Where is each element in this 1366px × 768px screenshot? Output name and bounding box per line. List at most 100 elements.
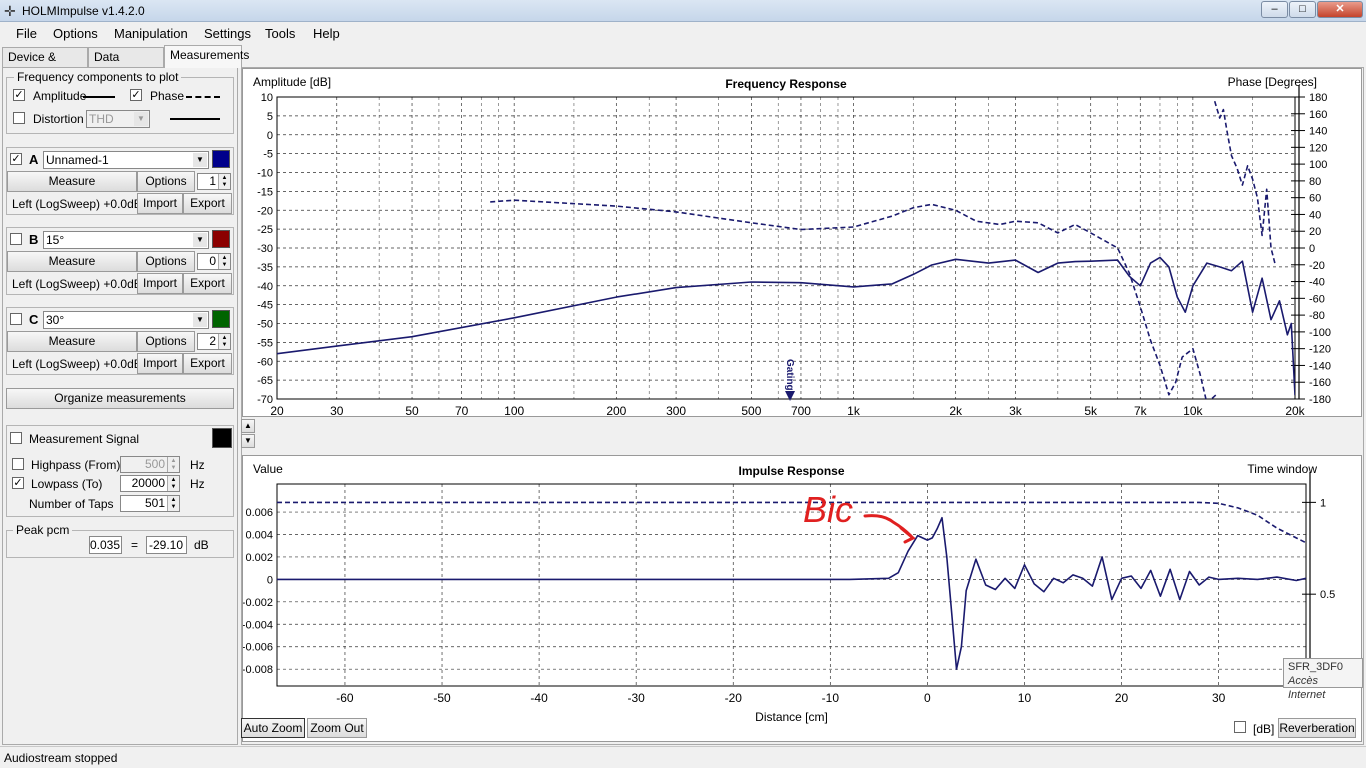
spin-arrows-icon[interactable]: ▲ ▼: [167, 457, 179, 472]
tooltip-line1: SFR_3DF0: [1288, 661, 1344, 673]
distortion-checkbox[interactable]: [13, 112, 25, 124]
zoom-out-button[interactable]: Zoom Out: [307, 718, 367, 738]
measurement-a-count[interactable]: 1 ▲ ▼: [197, 173, 231, 190]
lowpass-input[interactable]: 20000 ▲ ▼: [120, 475, 180, 492]
db-checkbox[interactable]: [1234, 721, 1246, 733]
measurement-b-count[interactable]: 0 ▲ ▼: [197, 253, 231, 270]
y-tick-label: -15: [257, 186, 273, 198]
peak-equals: =: [131, 538, 139, 552]
spin-arrows-icon[interactable]: ▲ ▼: [218, 254, 230, 269]
distortion-select[interactable]: THD ▼: [86, 110, 150, 128]
phase-label: Phase: [150, 89, 185, 103]
measure-b-button[interactable]: Measure: [7, 251, 137, 272]
lowpass-value: 20000: [131, 476, 165, 490]
phase-line-sample: [186, 96, 220, 98]
measurement-b-name-value: 15°: [46, 233, 65, 247]
x-tick-label: 10: [1018, 691, 1032, 705]
peak-db-unit: dB: [194, 538, 209, 552]
x-tick-label: 70: [455, 404, 469, 416]
spin-arrows-icon[interactable]: ▲ ▼: [167, 476, 179, 491]
taps-input[interactable]: 501 ▲ ▼: [120, 495, 180, 512]
y2-tick-label: -120: [1309, 344, 1331, 356]
measurement-a-name[interactable]: Unnamed-1 ▼: [43, 151, 209, 169]
measurement-c-color[interactable]: [212, 310, 230, 328]
gating-label: Gating: [784, 359, 795, 391]
y-tick-label: -50: [257, 319, 273, 331]
annotation-arrowhead-icon: [899, 526, 916, 544]
tab-measurements[interactable]: Measurements: [164, 45, 249, 68]
measure-a-button[interactable]: Measure: [7, 171, 137, 192]
highpass-label: Highpass (From): [31, 458, 121, 472]
maximize-button[interactable]: □: [1289, 1, 1316, 18]
y2-axis-title: Phase [Degrees]: [1228, 75, 1317, 89]
y-tick-label: 0: [267, 130, 273, 142]
import-c-button[interactable]: Import: [137, 353, 183, 374]
y2-tick-label: 0.5: [1320, 589, 1335, 601]
chevron-down-icon: ▼: [193, 233, 207, 247]
measurement-c-name-value: 30°: [46, 313, 65, 327]
menu-options[interactable]: Options: [53, 26, 98, 41]
export-b-button[interactable]: Export: [183, 273, 232, 294]
auto-zoom-button[interactable]: Auto Zoom: [241, 718, 305, 738]
amplitude-checkbox[interactable]: ✓: [13, 89, 25, 101]
close-button[interactable]: ✕: [1317, 1, 1363, 18]
menu-help[interactable]: Help: [313, 26, 340, 41]
measurement-a-checkbox[interactable]: ✓: [10, 153, 22, 165]
y-tick-label: -0.006: [243, 642, 273, 654]
series-line-2: [1213, 100, 1277, 265]
tab-data-analysis[interactable]: Data analysis: [88, 47, 164, 83]
measure-c-button[interactable]: Measure: [7, 331, 137, 352]
taps-label: Number of Taps: [29, 497, 114, 511]
spin-arrows-icon[interactable]: ▲ ▼: [218, 334, 230, 349]
reverberation-button[interactable]: Reverberation: [1278, 718, 1356, 738]
options-a-button[interactable]: Options: [137, 171, 195, 192]
menu-file[interactable]: File: [16, 26, 37, 41]
tab-device-signal[interactable]: Device & Signal: [2, 47, 88, 83]
menu-manipulation[interactable]: Manipulation: [114, 26, 188, 41]
measurement-b-color[interactable]: [212, 230, 230, 248]
highpass-input[interactable]: 500 ▲ ▼: [120, 456, 180, 473]
y-tick-label: 0: [267, 574, 273, 586]
measurement-b-name[interactable]: 15° ▼: [43, 231, 209, 249]
measurement-c-name[interactable]: 30° ▼: [43, 311, 209, 329]
y-tick-label: -60: [257, 356, 273, 368]
measurement-b-checkbox[interactable]: [10, 233, 22, 245]
x-tick-label: -10: [822, 691, 840, 705]
minimize-button[interactable]: –: [1261, 1, 1288, 18]
measurement-c-count[interactable]: 2 ▲ ▼: [197, 333, 231, 350]
scroll-up-arrow-icon[interactable]: ▲: [241, 419, 255, 433]
y2-tick-label: 100: [1309, 159, 1327, 171]
menu-settings[interactable]: Settings: [204, 26, 251, 41]
scroll-down-arrow-icon[interactable]: ▼: [241, 434, 255, 448]
measurement-signal-color[interactable]: [212, 428, 232, 448]
measurement-signal-checkbox[interactable]: [10, 432, 22, 444]
menu-tools[interactable]: Tools: [265, 26, 295, 41]
measurement-a-color[interactable]: [212, 150, 230, 168]
lowpass-unit: Hz: [190, 477, 205, 491]
export-c-button[interactable]: Export: [183, 353, 232, 374]
annotation-text: Bic: [803, 489, 853, 530]
lowpass-label: Lowpass (To): [31, 477, 103, 491]
peak-pcm-value: 0.035: [89, 536, 122, 554]
spin-arrows-icon[interactable]: ▲ ▼: [218, 174, 230, 189]
y2-tick-label: 1: [1320, 497, 1326, 509]
organize-measurements-button[interactable]: Organize measurements: [6, 388, 234, 409]
phase-checkbox[interactable]: ✓: [130, 89, 142, 101]
measurement-b-letter: B: [29, 232, 39, 247]
import-a-button[interactable]: Import: [137, 193, 183, 214]
import-b-button[interactable]: Import: [137, 273, 183, 294]
y2-tick-label: -160: [1309, 377, 1331, 389]
measurement-c-checkbox[interactable]: [10, 313, 22, 325]
export-a-button[interactable]: Export: [183, 193, 232, 214]
y-tick-label: -5: [263, 149, 273, 161]
measurement-a-letter: A: [29, 152, 39, 167]
highpass-checkbox[interactable]: [12, 458, 24, 470]
measurement-b-source: Left (LogSweep) +0.0dB: [12, 277, 142, 291]
lowpass-checkbox[interactable]: ✓: [12, 477, 24, 489]
frequency-response-chart[interactable]: 20 30 50 70 100 200 300 500 700 1k 2k 3k 5k 7k 10k 20k1…: [243, 69, 1361, 434]
y-tick-label: -45: [257, 300, 273, 312]
options-c-button[interactable]: Options: [137, 331, 195, 352]
options-b-button[interactable]: Options: [137, 251, 195, 272]
impulse-response-chart[interactable]: -60 -50 -40 -30 -20 -10 0 10 20 300.0060.0040.002…: [242, 456, 1361, 741]
spin-arrows-icon[interactable]: ▲ ▼: [167, 496, 179, 511]
